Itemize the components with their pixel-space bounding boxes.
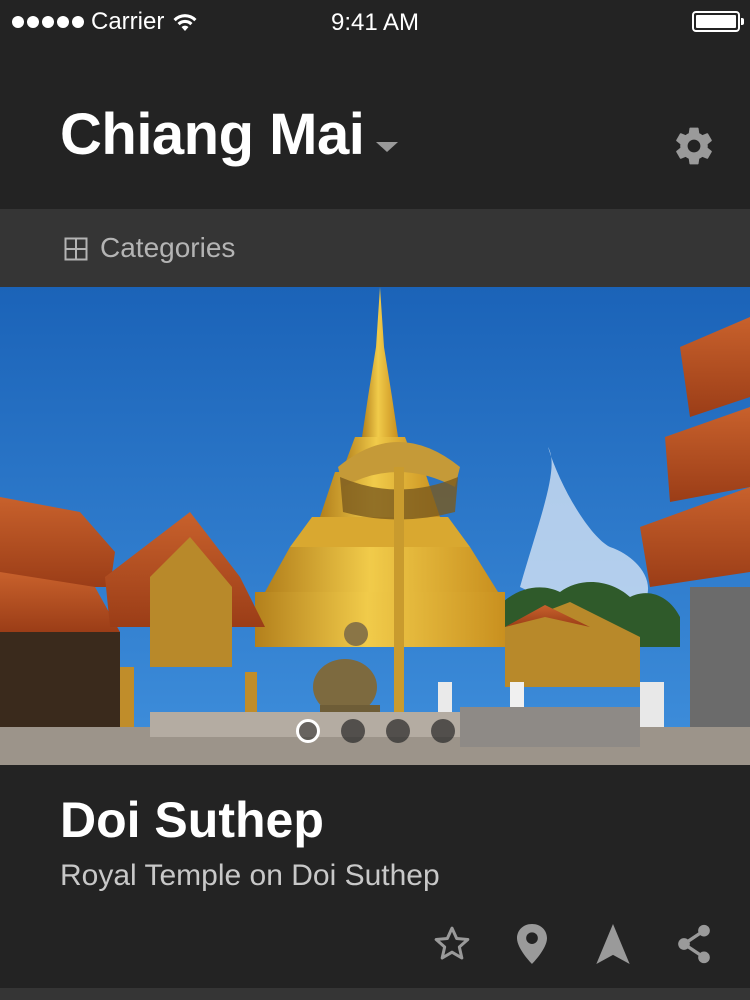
pager-dot[interactable] <box>431 719 455 743</box>
grid-icon <box>64 237 88 261</box>
categories-button[interactable]: Categories <box>0 209 750 287</box>
map-location-button[interactable] <box>510 920 554 968</box>
pager-dot[interactable] <box>296 719 320 743</box>
caret-down-icon[interactable] <box>376 142 398 152</box>
bottom-divider <box>0 988 750 1000</box>
categories-label: Categories <box>100 232 236 263</box>
image-pager[interactable] <box>296 719 455 743</box>
share-icon <box>678 924 710 964</box>
share-button[interactable] <box>672 920 716 968</box>
navigate-icon <box>596 924 630 964</box>
star-icon <box>434 926 470 960</box>
place-subtitle: Royal Temple on Doi Suthep <box>60 859 440 892</box>
action-bar <box>0 920 750 968</box>
gear-icon[interactable] <box>672 124 716 168</box>
map-pin-icon <box>517 924 547 964</box>
favorite-button[interactable] <box>430 920 474 968</box>
hero-image-carousel[interactable] <box>0 287 750 765</box>
status-bar: Carrier 9:41 AM <box>0 0 750 44</box>
temple-photo <box>0 287 750 765</box>
navigate-button[interactable] <box>591 920 635 968</box>
place-title: Doi Suthep <box>60 792 324 848</box>
battery-icon <box>692 11 744 32</box>
pager-dot[interactable] <box>386 719 410 743</box>
status-time: 9:41 AM <box>330 9 420 36</box>
header: Chiang Mai <box>0 44 750 209</box>
pager-dot[interactable] <box>341 719 365 743</box>
city-title[interactable]: Chiang Mai <box>60 106 365 164</box>
